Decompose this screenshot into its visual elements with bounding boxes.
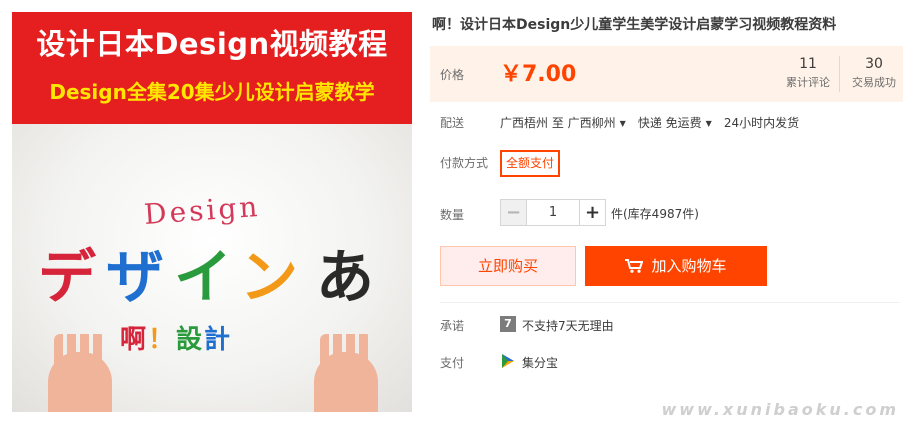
pay-text[interactable]: 集分宝	[522, 354, 558, 371]
product-photo: Design デ ザ イ ン あ 啊！設計	[12, 124, 412, 412]
kana-char: ザ	[106, 243, 165, 311]
right-hand	[314, 334, 378, 412]
left-hand	[48, 334, 112, 412]
payment-method-label: 付款方式	[440, 156, 489, 170]
trades-count: 30	[865, 56, 883, 72]
price-label: 价格	[440, 68, 465, 82]
ah-char: 設	[176, 325, 205, 355]
quantity-input[interactable]: 1	[527, 200, 579, 225]
kana-row: デ ザ イ ン あ	[38, 242, 388, 312]
pay-label: 支付	[440, 356, 465, 370]
trades-stat: 30 交易成功	[846, 54, 902, 94]
product-details: 啊！设计日本Design少儿童学生美学设计启蒙学习视频教程资料 价格 ￥7.00…	[430, 0, 903, 421]
promise-text[interactable]: 不支持7天无理由	[522, 317, 614, 334]
buy-now-button[interactable]: 立即购买	[440, 246, 576, 286]
add-to-cart-label: 加入购物车	[651, 257, 727, 275]
ah-char: ！	[148, 325, 177, 355]
shipping-label: 配送	[440, 116, 465, 130]
full-payment-option[interactable]: 全额支付	[500, 150, 561, 177]
trades-label: 交易成功	[852, 76, 896, 89]
reviews-stat[interactable]: 11 累计评论	[780, 54, 836, 94]
quantity-decrease-button[interactable]: −	[501, 200, 527, 225]
product-image[interactable]: 设计日本Design视频教程 Design全集20集少儿设计启蒙教学 Desig…	[12, 12, 412, 412]
shipping-info: 广西梧州 至 广西柳州 ▼ 快递 免运费 ▼ 24小时内发货	[500, 114, 799, 131]
chevron-down-icon: ▼	[619, 119, 626, 128]
design-word: Design	[142, 189, 262, 232]
shipping-origin: 广西梧州 至	[500, 116, 564, 130]
reviews-label: 累计评论	[786, 76, 830, 89]
kana-char: デ	[38, 243, 97, 311]
price-box: 价格 ￥7.00 11 累计评论 30 交易成功	[430, 46, 903, 102]
kana-char: あ	[316, 243, 375, 311]
watermark: www.xunibaoku.com	[661, 400, 899, 419]
ah-sekkei-text: 啊！設計	[120, 319, 232, 356]
stat-divider	[839, 56, 840, 92]
quantity-label: 数量	[440, 208, 465, 222]
jifenbao-icon	[502, 354, 514, 368]
kana-char: ン	[240, 243, 299, 311]
shipping-method-select[interactable]: 快递 免运费 ▼	[638, 116, 724, 130]
promise-label: 承诺	[440, 319, 465, 333]
no-return-7day-icon: 7	[500, 316, 516, 332]
product-banner: 设计日本Design视频教程 Design全集20集少儿设计启蒙教学	[12, 12, 412, 124]
divider	[440, 302, 900, 303]
cart-icon	[625, 259, 644, 273]
kana-char: イ	[174, 243, 233, 311]
banner-title: 设计日本Design视频教程	[36, 27, 388, 61]
reviews-count: 11	[799, 56, 817, 72]
stock-info: 件(库存4987件)	[611, 207, 699, 221]
price-value: ￥7.00	[500, 62, 577, 87]
quantity-increase-button[interactable]: +	[579, 200, 605, 225]
banner-subtitle: Design全集20集少儿设计启蒙教学	[49, 80, 375, 104]
shipping-dispatch: 24小时内发货	[723, 116, 800, 130]
product-title: 啊！设计日本Design少儿童学生美学设计启蒙学习视频教程资料	[432, 17, 837, 33]
quantity-stepper: − 1 +	[500, 199, 606, 226]
ah-char: 啊	[120, 325, 149, 355]
add-to-cart-button[interactable]: 加入购物车	[585, 246, 767, 286]
ah-char: 計	[204, 325, 233, 355]
shipping-method: 快递 免运费	[637, 116, 702, 130]
shipping-destination: 广西柳州	[567, 116, 616, 130]
shipping-destination-select[interactable]: 广西柳州 ▼	[568, 116, 638, 130]
chevron-down-icon: ▼	[705, 119, 712, 128]
